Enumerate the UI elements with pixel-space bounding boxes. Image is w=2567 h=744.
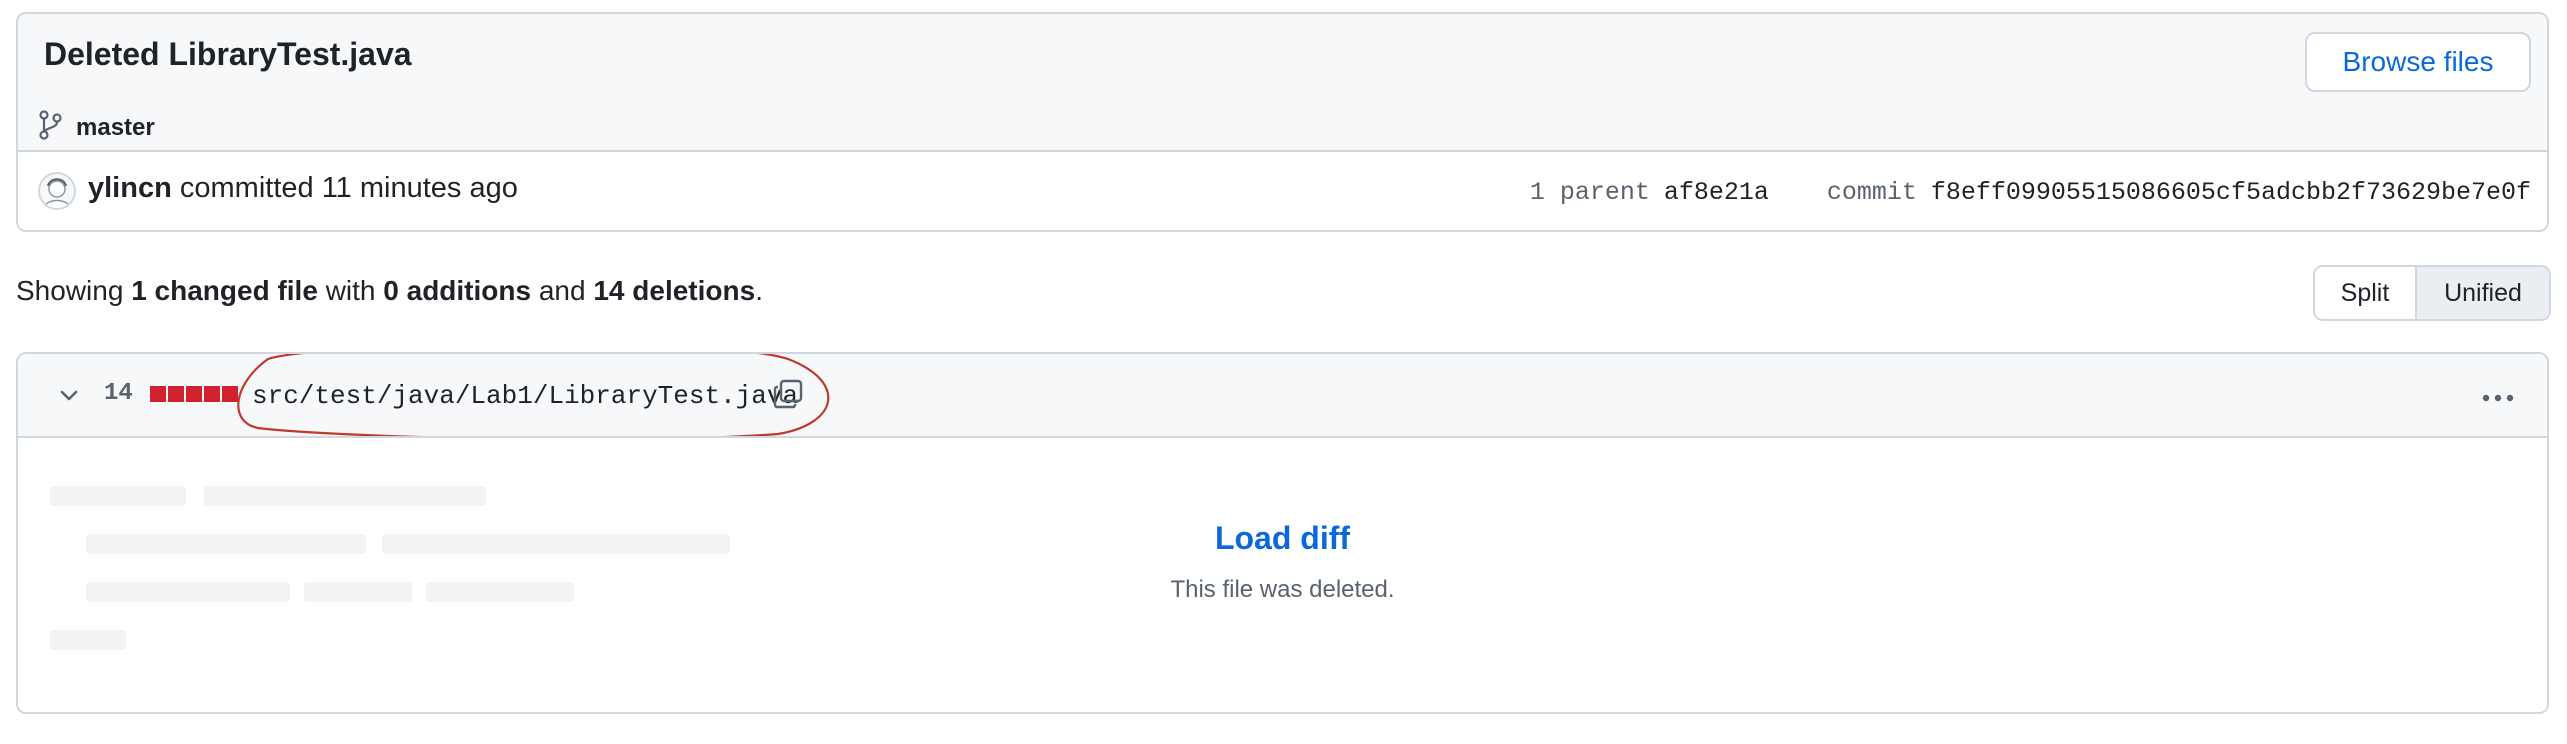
- diffstat-bar: [150, 386, 238, 402]
- summary-additions: 0 additions: [383, 275, 532, 306]
- avatar[interactable]: [38, 172, 76, 210]
- skeleton-line: [204, 486, 486, 506]
- diffstat-block: [168, 386, 184, 402]
- diffstat-block: [204, 386, 220, 402]
- skeleton-line: [50, 486, 186, 506]
- git-branch-icon: [38, 110, 62, 145]
- file-diff: 14 src/test/java/Lab1/LibraryTest.java L…: [16, 352, 2549, 714]
- diff-summary: Showing 1 changed file with 0 additions …: [16, 275, 763, 307]
- kebab-horizontal-icon[interactable]: [2481, 390, 2515, 408]
- diffstat-block: [186, 386, 202, 402]
- copy-icon[interactable]: [772, 378, 804, 415]
- commit-sha: f8eff09905515086605cf5adcbb2f73629be7e0f: [1930, 178, 2531, 207]
- load-diff-link[interactable]: Load diff: [18, 520, 2547, 557]
- file-header: 14 src/test/java/Lab1/LibraryTest.java: [18, 354, 2547, 438]
- diffstat-block: [222, 386, 238, 402]
- diff-view-toggle: Split Unified: [2313, 265, 2551, 321]
- deletion-count: 14: [104, 380, 133, 407]
- diffstat-block: [150, 386, 166, 402]
- file-path-link[interactable]: src/test/java/Lab1/LibraryTest.java: [252, 381, 798, 411]
- summary-with: with: [325, 275, 376, 306]
- commit-header: Deleted LibraryTest.java master Browse f…: [18, 14, 2547, 152]
- branch-name: master: [76, 113, 155, 141]
- commit-title: Deleted LibraryTest.java: [44, 36, 412, 72]
- parent-label: 1 parent: [1529, 178, 1650, 207]
- file-body: Load diff This file was deleted.: [18, 438, 2547, 712]
- commit-box: Deleted LibraryTest.java master Browse f…: [16, 12, 2549, 232]
- committed-time: committed 11 minutes ago: [179, 172, 518, 204]
- author-line: ylincn committed 11 minutes ago: [88, 172, 518, 205]
- split-view-button[interactable]: Split: [2315, 267, 2417, 319]
- commit-label: commit: [1826, 178, 1917, 207]
- file-deleted-note: This file was deleted.: [1170, 576, 1395, 603]
- skeleton-line: [50, 630, 126, 650]
- summary-changed-files: 1 changed file: [131, 275, 318, 306]
- summary-suffix: .: [755, 275, 763, 306]
- parent-sha-link[interactable]: af8e21a: [1664, 178, 1769, 207]
- unified-view-button[interactable]: Unified: [2417, 267, 2549, 319]
- browse-files-button[interactable]: Browse files: [2305, 32, 2531, 92]
- branch[interactable]: master: [38, 110, 155, 145]
- summary-prefix: Showing: [16, 275, 124, 306]
- author-link[interactable]: ylincn: [88, 172, 172, 204]
- summary-deletions: 14 deletions: [593, 275, 756, 306]
- commit-refs: 1 parent af8e21a commit f8eff09905515086…: [1530, 178, 2531, 207]
- summary-and: and: [538, 275, 586, 306]
- commit-meta: ylincn committed 11 minutes ago 1 parent…: [18, 152, 2547, 230]
- chevron-down-icon[interactable]: [56, 382, 82, 413]
